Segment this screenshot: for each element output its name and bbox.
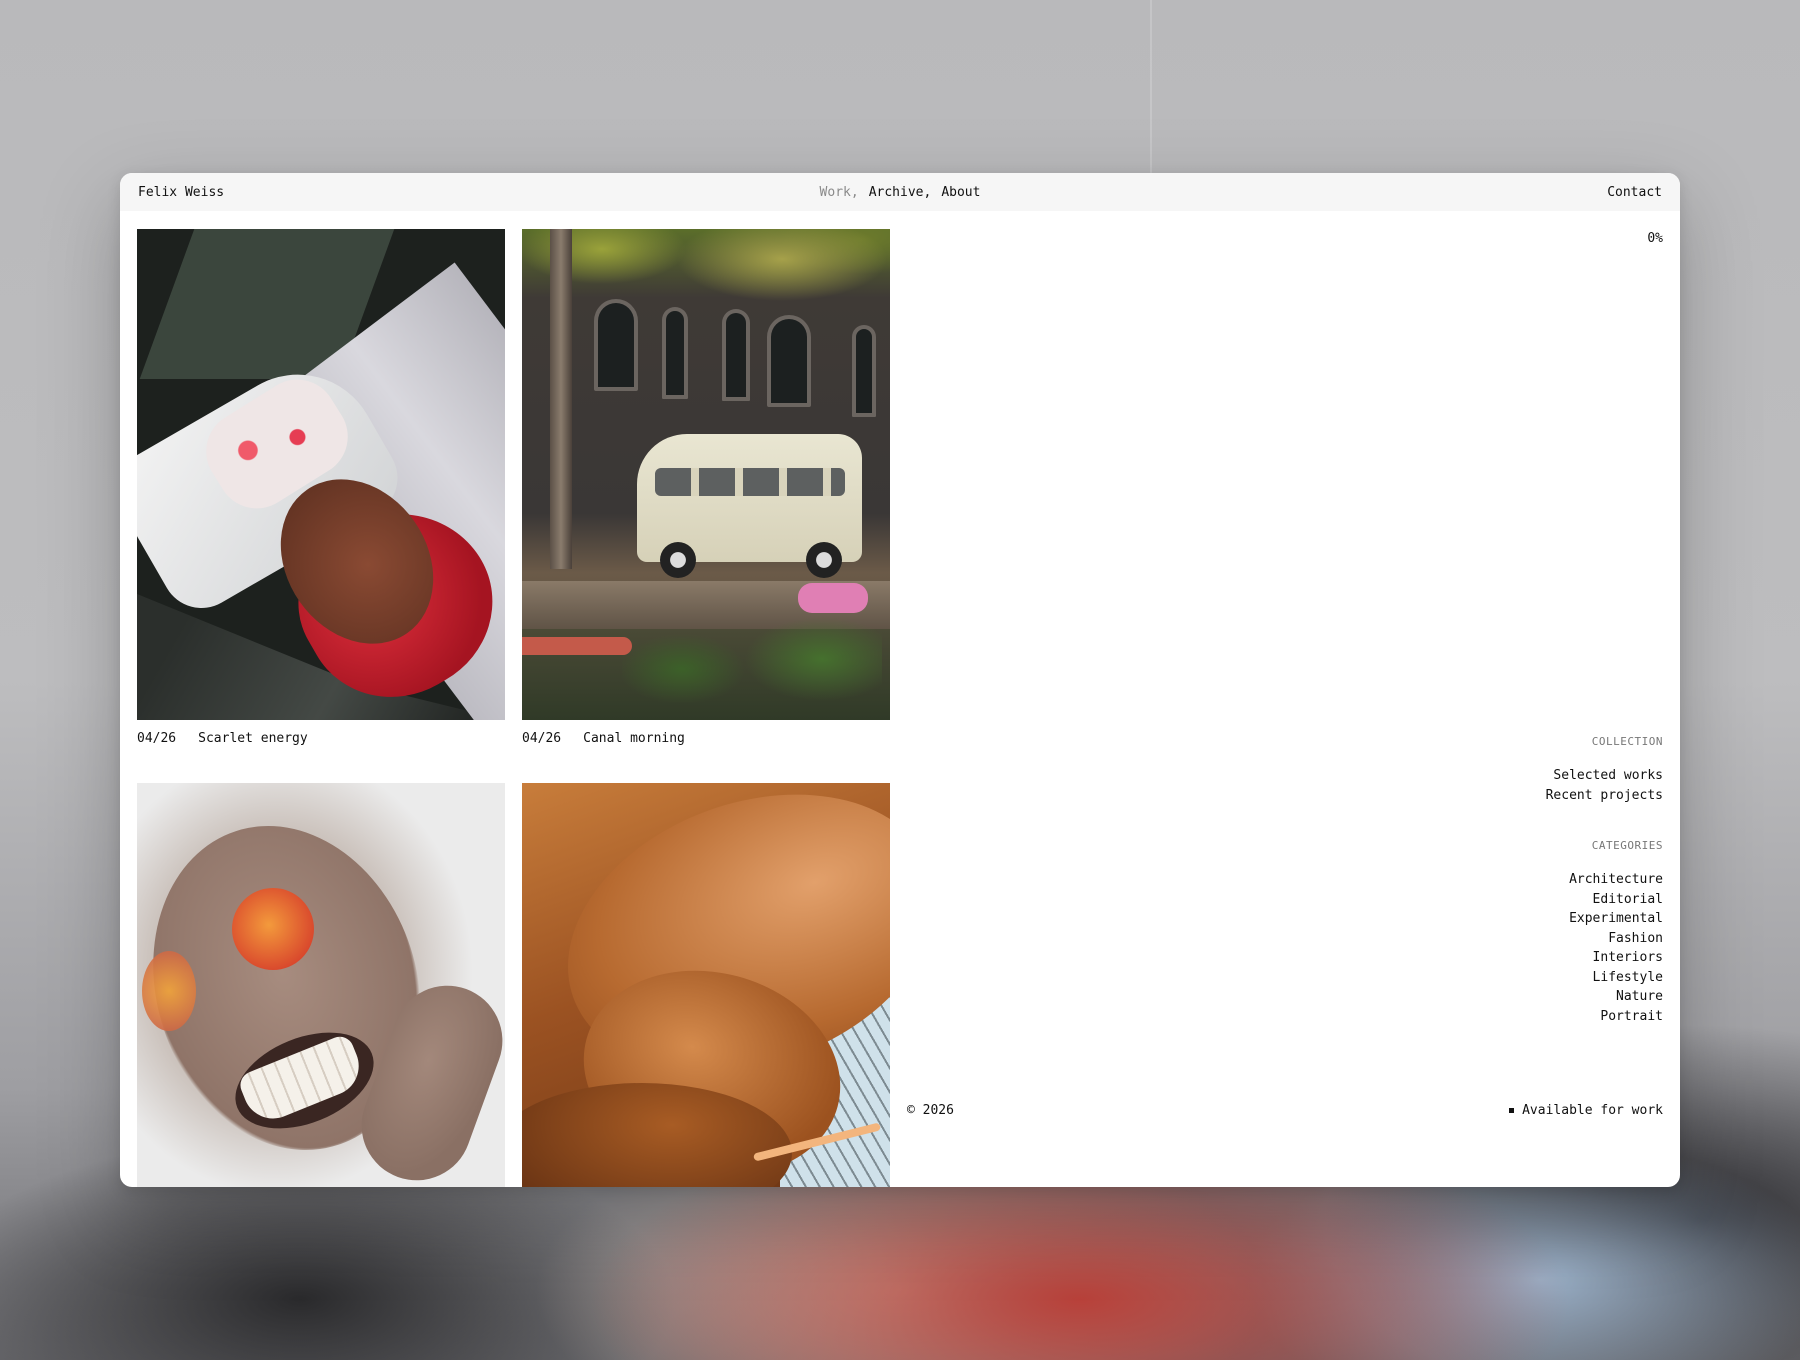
main-nav: Work, Archive, About [820, 185, 981, 200]
project-index: 04/26 [137, 731, 177, 746]
nav-archive[interactable]: Archive, [869, 185, 932, 200]
copyright: © 2026 [907, 1103, 954, 1118]
project-card-wood-staircase[interactable] [522, 783, 890, 1187]
categories-list: Architecture Editorial Experimental Fash… [1546, 870, 1663, 1026]
scarlet-energy-photo[interactable] [137, 229, 505, 720]
collection-heading: COLLECTION [1591, 735, 1663, 748]
project-card-canal-morning[interactable]: 04/26 Canal morning [522, 229, 890, 772]
wood-staircase-photo[interactable] [522, 783, 890, 1187]
category-architecture[interactable]: Architecture [1546, 870, 1663, 890]
project-index: 04/26 [522, 731, 562, 746]
project-title: Scarlet energy [198, 731, 308, 746]
collection-item-recent-projects[interactable]: Recent projects [1546, 786, 1663, 806]
project-grid: 04/26 Scarlet energy 04/26 Canal morning [137, 229, 890, 1187]
filter-sidebar: COLLECTION Selected works Recent project… [1546, 735, 1663, 1026]
categories-heading: CATEGORIES [1591, 839, 1663, 852]
project-card-grain-portrait[interactable] [137, 783, 505, 1187]
grain-portrait-photo[interactable] [137, 783, 505, 1187]
project-title: Canal morning [583, 731, 685, 746]
canal-morning-photo[interactable] [522, 229, 890, 720]
collection-item-selected-works[interactable]: Selected works [1546, 766, 1663, 786]
scroll-progress: 0% [1647, 231, 1663, 246]
collection-list: Selected works Recent projects [1546, 766, 1663, 805]
project-caption: 04/26 Canal morning [522, 731, 890, 772]
contact-link[interactable]: Contact [1607, 185, 1662, 200]
category-lifestyle[interactable]: Lifestyle [1546, 968, 1663, 988]
category-editorial[interactable]: Editorial [1546, 890, 1663, 910]
top-bar: Felix Weiss Work, Archive, About Contact [120, 173, 1680, 211]
category-experimental[interactable]: Experimental [1546, 909, 1663, 929]
nav-work[interactable]: Work, [820, 185, 859, 200]
category-interiors[interactable]: Interiors [1546, 948, 1663, 968]
nav-about[interactable]: About [941, 185, 980, 200]
category-fashion[interactable]: Fashion [1546, 929, 1663, 949]
availability-status: Available for work [1509, 1103, 1663, 1118]
project-caption: 04/26 Scarlet energy [137, 731, 505, 772]
status-dot-icon [1509, 1108, 1515, 1113]
availability-label: Available for work [1522, 1103, 1663, 1118]
category-portrait[interactable]: Portrait [1546, 1007, 1663, 1027]
portfolio-window: Felix Weiss Work, Archive, About Contact… [120, 173, 1680, 1187]
project-card-scarlet-energy[interactable]: 04/26 Scarlet energy [137, 229, 505, 772]
category-nature[interactable]: Nature [1546, 987, 1663, 1007]
